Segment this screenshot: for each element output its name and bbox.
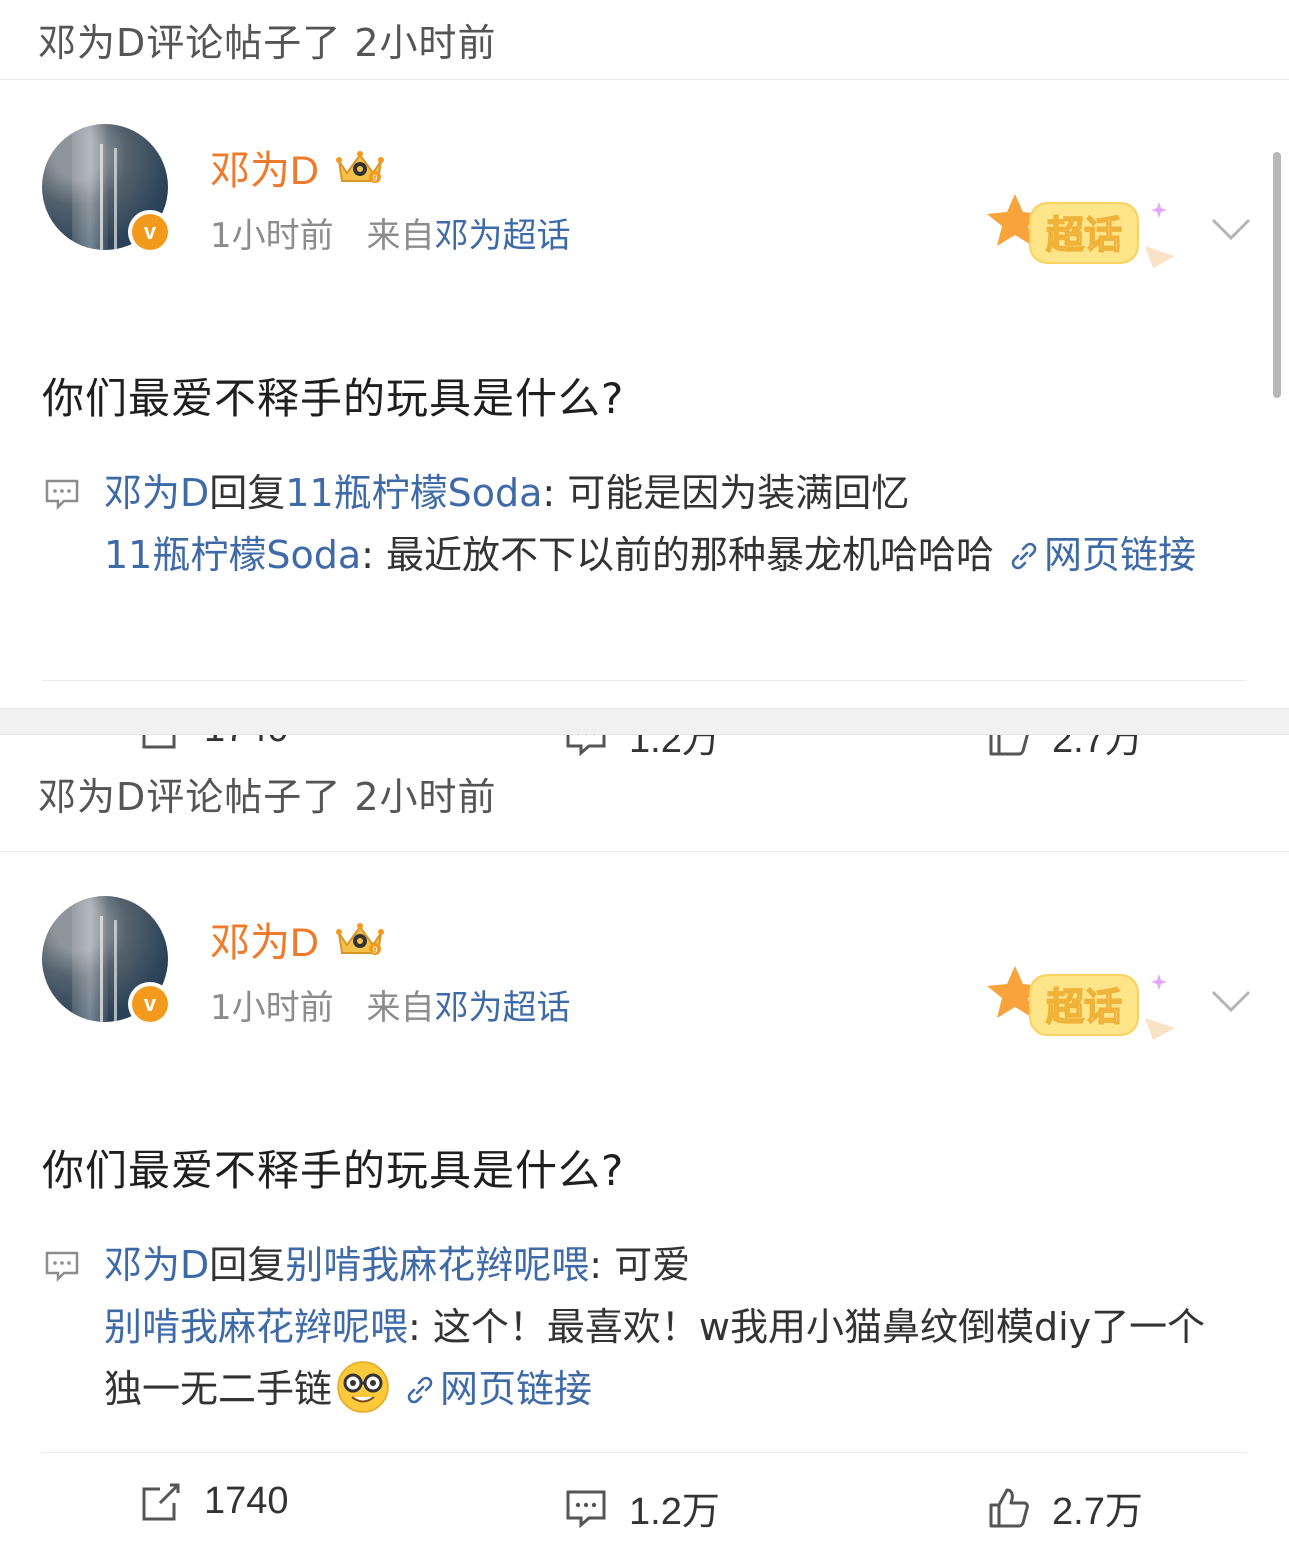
feed: 邓为D评论帖子了 2小时前 v 邓为D 9 1小时前 来自邓为超话 超话 你们最… [0,0,1289,1533]
comment-preview[interactable]: 邓为D回复11瓶柠檬Soda: 可能是因为装满回忆 11瓶柠檬Soda: 最近放… [44,462,1224,586]
activity-header-text: 邓为D评论帖子了 2小时前 [38,774,497,819]
chevron-down-icon[interactable] [1210,988,1252,1014]
quoted-author[interactable]: 11瓶柠檬Soda [104,533,361,577]
link-icon[interactable] [1008,540,1040,572]
post-time: 1小时前 [210,988,334,1028]
chevron-down-icon[interactable] [1210,216,1252,242]
like-icon [989,1488,1029,1527]
reply-target[interactable]: 11瓶柠檬Soda [285,471,542,515]
web-link[interactable]: 网页链接 [440,1367,592,1411]
verified-v-icon: v [128,210,172,254]
quoted-comment: 11瓶柠檬Soda: 最近放不下以前的那种暴龙机哈哈哈 网页链接 [44,524,1224,586]
nerd-face-emoji [337,1361,389,1413]
repost-count: 1740 [204,1480,289,1522]
reply-author[interactable]: 邓为D [104,1243,209,1287]
reply-line: 邓为D回复11瓶柠檬Soda: 可能是因为装满回忆 [44,462,1224,524]
comment-count: 1.2万 [629,1491,720,1533]
quoted-author[interactable]: 别啃我麻花辫呢喂 [104,1305,408,1349]
like-button[interactable]: 2.7万 [988,1480,1143,1535]
crown-badge-icon: 9 [335,151,384,183]
repost-button[interactable]: 1740 [140,1480,289,1523]
web-link[interactable]: 网页链接 [1044,533,1196,577]
username-text[interactable]: 邓为D [210,138,319,196]
username[interactable]: 邓为D 9 [210,910,387,968]
supertopic-icon[interactable]: 超话 [985,962,1185,1052]
quoted-comment: 别啃我麻花辫呢喂: 这个！最喜欢！w我用小猫鼻纹倒模diy了一个独一无二手链 网页… [44,1296,1224,1420]
post[interactable]: v 邓为D 9 1小时前 来自邓为超话 超话 你们最爱不释手的玩具是什么? 邓为… [0,852,1289,1533]
comment-bubble-icon [45,1251,79,1282]
reply-text: : 可爱 [589,1243,691,1287]
activity-header: 邓为D评论帖子了 2小时前 [0,735,1289,852]
repost-icon [142,1483,180,1520]
comment-preview[interactable]: 邓为D回复别啃我麻花辫呢喂: 可爱 别啃我麻花辫呢喂: 这个！最喜欢！w我用小猫… [44,1234,1224,1420]
comment-button[interactable]: 1.2万 [565,1480,720,1535]
username[interactable]: 邓为D 9 [210,138,387,196]
link-icon[interactable] [404,1374,436,1406]
post[interactable]: v 邓为D 9 1小时前 来自邓为超话 超话 你们最爱不释手的玩具是什么? 邓为… [0,80,1289,761]
reply-line: 邓为D回复别啃我麻花辫呢喂: 可爱 [44,1234,1224,1296]
reply-verb: 回复 [209,1243,286,1287]
post-content[interactable]: 你们最爱不释手的玩具是什么? [42,365,624,426]
reply-author[interactable]: 邓为D [104,471,209,515]
crown-badge-icon: 9 [335,923,384,955]
action-bar: 1740 1.2万 2.7万 [0,1452,1289,1560]
scrollbar[interactable] [1273,152,1281,398]
post-time: 1小时前 [210,216,334,256]
from-label: 来自 [366,216,435,256]
comment-icon [566,1490,606,1528]
like-count: 2.7万 [1052,1491,1143,1533]
source-link[interactable]: 邓为超话 [434,988,570,1028]
post-meta: 1小时前 来自邓为超话 [210,208,570,257]
source-link[interactable]: 邓为超话 [434,216,570,256]
feed-card: 邓为D评论帖子了 2小时前 v 邓为D 9 1小时前 来自邓为超话 超话 你们最… [0,0,1289,761]
verified-v-icon: v [128,982,172,1026]
supertopic-label: 超话 [1046,985,1122,1029]
post-meta: 1小时前 来自邓为超话 [210,980,570,1029]
reply-verb: 回复 [209,471,286,515]
reply-text: : 可能是因为装满回忆 [542,471,910,515]
card-separator [0,708,1289,735]
feed-card: 邓为D评论帖子了 2小时前 v 邓为D 9 1小时前 来自邓为超话 超话 你们最… [0,735,1289,1533]
supertopic-icon[interactable]: 超话 [985,190,1185,280]
username-text[interactable]: 邓为D [210,910,319,968]
svg-text:9: 9 [372,173,377,183]
svg-text:9: 9 [372,945,377,955]
comment-bubble-icon [45,479,79,510]
post-content[interactable]: 你们最爱不释手的玩具是什么? [42,1137,624,1198]
quoted-text: : 最近放不下以前的那种暴龙机哈哈哈 [361,533,995,577]
from-label: 来自 [366,988,435,1028]
activity-header: 邓为D评论帖子了 2小时前 [0,0,1289,80]
supertopic-label: 超话 [1046,213,1122,257]
reply-target[interactable]: 别啃我麻花辫呢喂 [285,1243,589,1287]
activity-header-text: 邓为D评论帖子了 2小时前 [38,21,497,65]
